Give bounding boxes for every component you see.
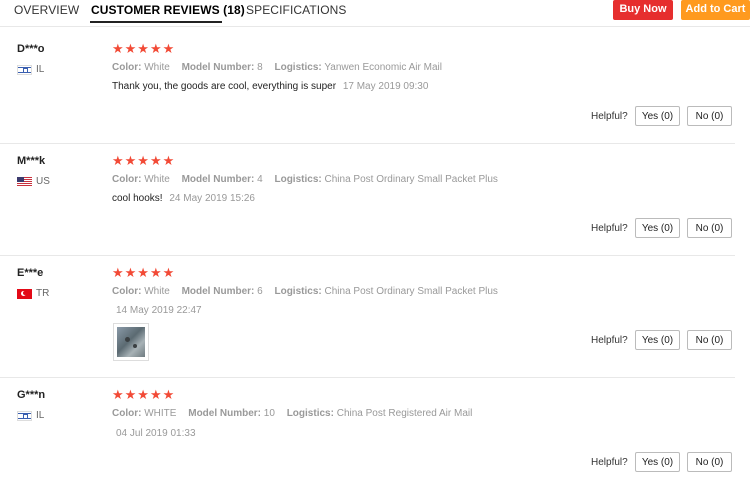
review-date: 14 May 2019 22:47 [116, 305, 202, 316]
us-flag-icon [17, 176, 32, 187]
color-label: Color: [112, 174, 142, 185]
logistics-value: Yanwen Economic Air Mail [324, 62, 442, 73]
model-value: 10 [263, 408, 275, 419]
helpful-label: Helpful? [591, 223, 628, 234]
review-text-row: 14 May 2019 22:47 [112, 305, 202, 316]
reviewer-name: D***o [17, 43, 45, 55]
helpful-no-button[interactable]: No (0) [687, 106, 732, 126]
add-to-cart-button[interactable]: Add to Cart [681, 0, 750, 20]
review-photo-thumbnail[interactable] [113, 323, 149, 361]
review-meta: Color: White Model Number: 8 Logistics: … [112, 62, 442, 73]
helpful-yes-button[interactable]: Yes (0) [635, 330, 680, 350]
reviewer-country: US [17, 176, 50, 187]
logistics-value: China Post Ordinary Small Packet Plus [324, 174, 498, 185]
color-label: Color: [112, 62, 142, 73]
review-text-row: 04 Jul 2019 01:33 [112, 428, 196, 439]
helpful-no-button[interactable]: No (0) [687, 330, 732, 350]
buy-now-button[interactable]: Buy Now [613, 0, 673, 20]
israel-flag-icon [17, 410, 32, 421]
review-meta: Color: White Model Number: 4 Logistics: … [112, 174, 498, 185]
review-divider [0, 377, 735, 378]
color-value: White [144, 62, 170, 73]
review-text-row: Thank you, the goods are cool, everythin… [112, 81, 428, 92]
reviewer-country: IL [17, 410, 44, 421]
logistics-label: Logistics: [286, 408, 334, 419]
star-rating: ★★★★★ [112, 41, 176, 56]
reviewer-name: E***e [17, 267, 44, 279]
star-rating: ★★★★★ [112, 153, 176, 168]
country-code: TR [36, 288, 50, 299]
review-text: Thank you, the goods are cool, everythin… [112, 81, 337, 92]
helpful-yes-button[interactable]: Yes (0) [635, 452, 680, 472]
model-value: 6 [257, 286, 263, 297]
color-label: Color: [112, 286, 142, 297]
reviewer-country: IL [17, 64, 44, 75]
review-date: 04 Jul 2019 01:33 [116, 428, 196, 439]
model-label: Model Number: [181, 174, 255, 185]
logistics-value: China Post Ordinary Small Packet Plus [324, 286, 498, 297]
reviewer-country: TR [17, 288, 49, 299]
review-text-row: cool hooks! 24 May 2019 15:26 [112, 193, 255, 204]
country-code: IL [36, 64, 45, 75]
tab-specifications[interactable]: SPECIFICATIONS [246, 3, 347, 17]
helpful-label: Helpful? [591, 457, 628, 468]
logistics-label: Logistics: [274, 174, 322, 185]
turkey-flag-icon [17, 288, 32, 299]
logistics-label: Logistics: [274, 62, 322, 73]
israel-flag-icon [17, 64, 32, 75]
country-code: IL [36, 410, 45, 421]
tab-customer-reviews[interactable]: CUSTOMER REVIEWS (18) [91, 3, 245, 17]
helpful-no-button[interactable]: No (0) [687, 218, 732, 238]
star-rating: ★★★★★ [112, 387, 176, 402]
country-code: US [36, 176, 50, 187]
review-date: 24 May 2019 15:26 [169, 193, 255, 204]
active-tab-indicator [90, 21, 222, 23]
review-date: 17 May 2019 09:30 [342, 81, 429, 92]
color-value: White [144, 174, 170, 185]
tab-overview[interactable]: OVERVIEW [14, 3, 79, 17]
model-value: 4 [257, 174, 263, 185]
reviewer-name: G***n [17, 389, 46, 401]
helpful-yes-button[interactable]: Yes (0) [635, 218, 680, 238]
helpful-yes-button[interactable]: Yes (0) [635, 106, 680, 126]
model-value: 8 [257, 62, 263, 73]
color-value: WHITE [144, 408, 177, 419]
helpful-no-button[interactable]: No (0) [687, 452, 732, 472]
model-label: Model Number: [181, 286, 255, 297]
review-text: cool hooks! [112, 193, 163, 204]
helpful-label: Helpful? [591, 111, 628, 122]
logistics-label: Logistics: [274, 286, 322, 297]
helpful-label: Helpful? [591, 335, 628, 346]
review-divider [0, 143, 735, 144]
color-label: Color: [112, 408, 142, 419]
product-tabs-bar: OVERVIEW CUSTOMER REVIEWS (18) SPECIFICA… [0, 0, 750, 27]
model-label: Model Number: [188, 408, 262, 419]
model-label: Model Number: [181, 62, 255, 73]
review-photo [117, 327, 145, 357]
review-meta: Color: White Model Number: 6 Logistics: … [112, 286, 498, 297]
reviewer-name: M***k [17, 155, 46, 167]
review-divider [0, 255, 735, 256]
logistics-value: China Post Registered Air Mail [336, 408, 473, 419]
star-rating: ★★★★★ [112, 265, 176, 280]
color-value: White [144, 286, 170, 297]
review-meta: Color: WHITE Model Number: 10 Logistics:… [112, 408, 472, 419]
